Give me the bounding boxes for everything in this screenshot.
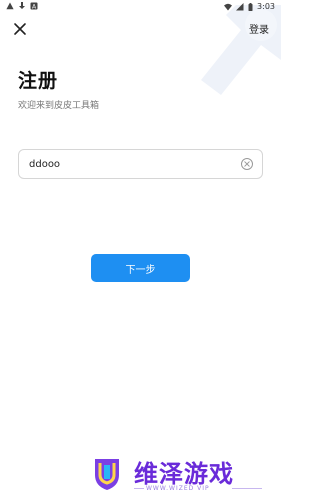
next-button[interactable]: 下一步 [91,254,190,282]
register-screen: A 3:03 登录 注册 欢迎来到皮皮工具箱 下一步 维泽游戏 WWW.W [0,0,281,500]
clear-icon[interactable] [240,157,254,171]
wifi-icon [224,3,233,10]
username-input[interactable] [29,150,229,178]
warning-icon [6,2,14,10]
signal-icon [236,2,244,10]
download-icon [19,2,25,9]
watermark-subtext: WWW.WIZED VIP [146,485,210,492]
status-bar: A 3:03 [0,0,281,14]
battery-icon [248,2,253,11]
page-subtitle: 欢迎来到皮皮工具箱 [18,101,100,111]
page-title: 注册 [18,70,59,92]
a-icon: A [30,2,38,10]
close-icon[interactable] [10,19,30,39]
watermark-logo-icon [95,459,119,490]
watermark-divider [134,488,144,489]
watermark-text: 维泽游戏 [134,460,234,488]
status-time: 3:03 [257,2,275,11]
watermark-divider [232,488,262,489]
site-watermark: 维泽游戏 WWW.WIZED VIP [92,455,272,495]
username-field [18,149,263,179]
login-link[interactable]: 登录 [249,21,269,36]
